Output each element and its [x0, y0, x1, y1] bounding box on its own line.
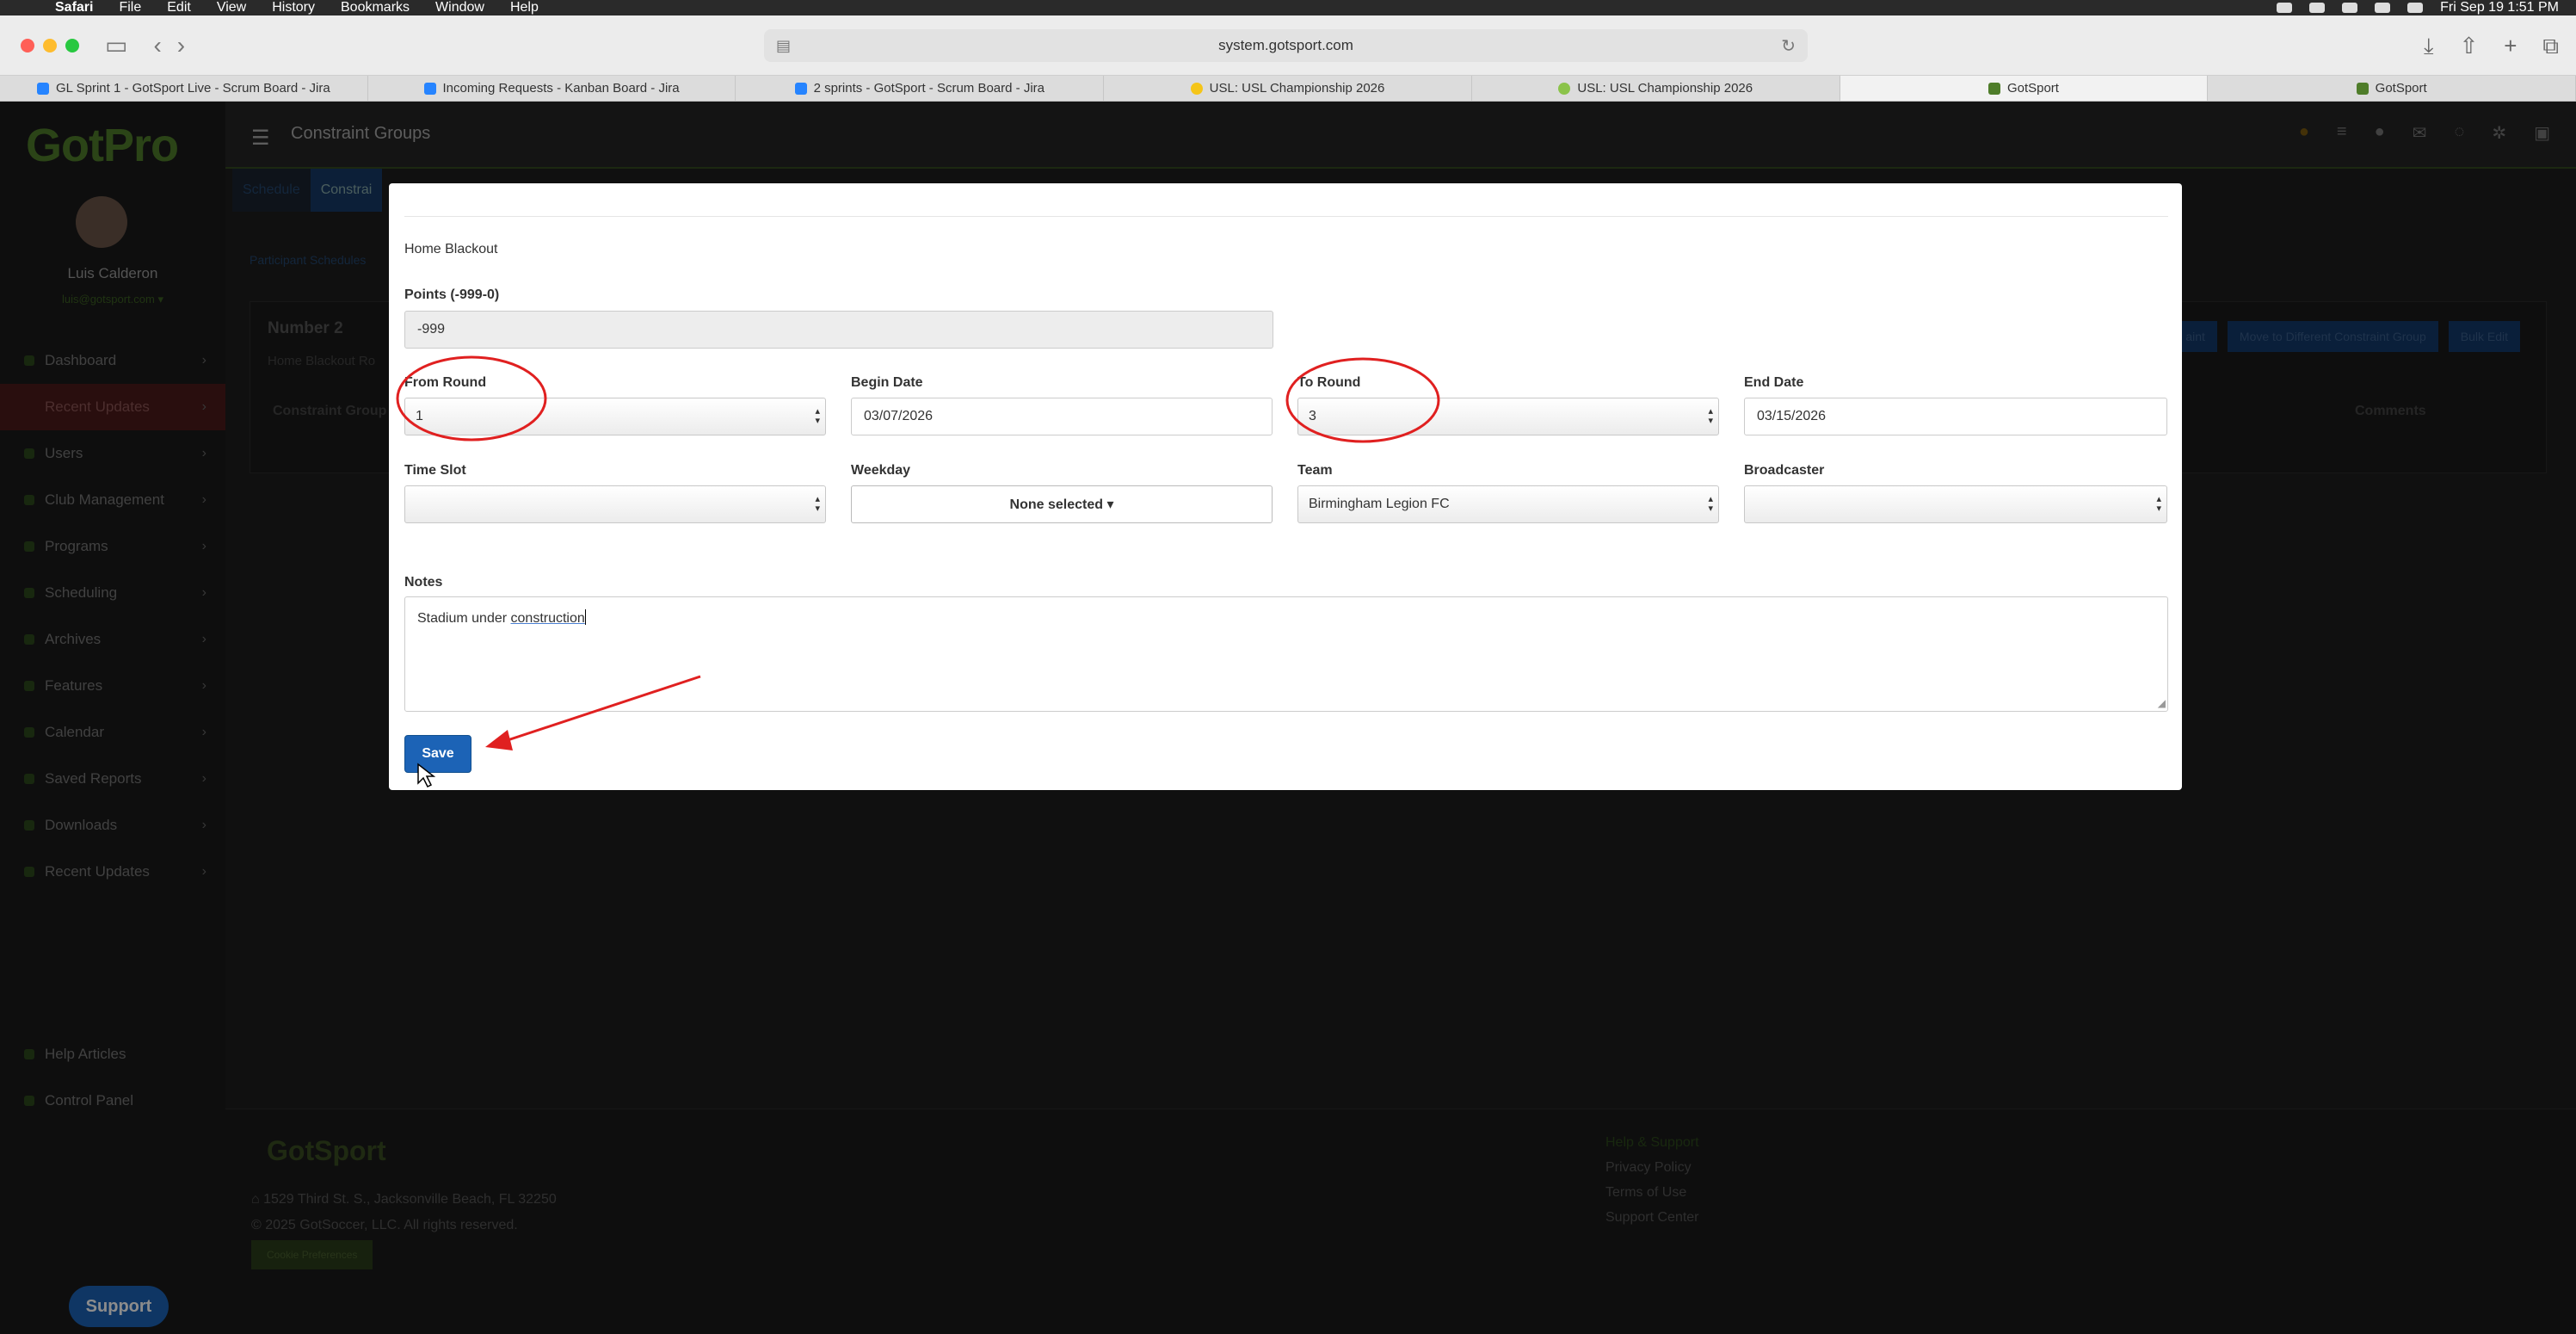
- reload-icon[interactable]: ↻: [1781, 35, 1796, 57]
- window-controls: [21, 38, 79, 52]
- misspelled-word: construction: [510, 611, 585, 626]
- menu-history[interactable]: History: [272, 0, 315, 15]
- constraint-type: Home Blackout: [404, 242, 498, 256]
- broadcaster-label: Broadcaster: [1744, 463, 1825, 478]
- team-label: Team: [1297, 463, 1333, 478]
- time-slot-label: Time Slot: [404, 463, 466, 478]
- menu-bookmarks[interactable]: Bookmarks: [341, 0, 410, 15]
- menu-window[interactable]: Window: [435, 0, 484, 15]
- menu-safari[interactable]: Safari: [55, 0, 93, 15]
- forward-icon[interactable]: ›: [177, 32, 185, 59]
- usl-icon: [1558, 82, 1571, 95]
- zoom-window-button[interactable]: [65, 38, 79, 52]
- address-bar[interactable]: ▤ system.gotsport.com ↻: [764, 29, 1808, 62]
- back-icon[interactable]: ‹: [153, 32, 161, 59]
- weekday-multiselect[interactable]: None selected ▾: [851, 485, 1273, 523]
- select-arrows-icon: ▴ ▾: [2156, 494, 2161, 514]
- select-arrows-icon: ▴ ▾: [815, 494, 820, 514]
- end-date-input[interactable]: 03/15/2026: [1744, 398, 2167, 435]
- text-caret: [584, 609, 586, 625]
- jira-icon: [423, 82, 436, 95]
- team-select[interactable]: Birmingham Legion FC ▴ ▾: [1297, 485, 1719, 523]
- broadcaster-select[interactable]: ▴ ▾: [1744, 485, 2167, 523]
- begin-date-label: Begin Date: [851, 375, 923, 390]
- select-arrows-icon: ▴ ▾: [1708, 406, 1713, 426]
- to-round-label: To Round: [1297, 375, 1361, 390]
- end-date-label: End Date: [1744, 375, 1804, 390]
- new-tab-icon[interactable]: +: [2504, 33, 2517, 60]
- menu-view[interactable]: View: [217, 0, 246, 15]
- sidebar-toggle-icon[interactable]: ▭: [105, 31, 127, 59]
- status-icon[interactable]: [2309, 3, 2326, 13]
- browser-tab[interactable]: Incoming Requests - Kanban Board - Jira: [368, 76, 736, 101]
- modal-divider: [404, 216, 2168, 217]
- close-window-button[interactable]: [21, 38, 34, 52]
- gotsport-icon: [2356, 82, 2369, 95]
- notes-label: Notes: [404, 575, 443, 590]
- browser-tab[interactable]: 2 sprints - GotSport - Scrum Board - Jir…: [736, 76, 1105, 101]
- menu-edit[interactable]: Edit: [167, 0, 191, 15]
- status-icon[interactable]: [2277, 3, 2293, 13]
- page-settings-icon[interactable]: ▤: [776, 37, 791, 55]
- from-round-select[interactable]: 1 ▴ ▾: [404, 398, 826, 435]
- weekday-label: Weekday: [851, 463, 911, 478]
- apple-icon[interactable]: [17, 1, 31, 15]
- jira-icon: [36, 82, 49, 95]
- search-icon[interactable]: [2375, 3, 2391, 13]
- jira-icon: [794, 82, 807, 95]
- save-button[interactable]: Save: [404, 735, 471, 773]
- menu-help[interactable]: Help: [510, 0, 539, 15]
- points-input[interactable]: -999: [404, 311, 1273, 349]
- browser-tab[interactable]: USL: USL Championship 2026: [1472, 76, 1840, 101]
- usl-icon: [1190, 82, 1203, 95]
- wifi-icon[interactable]: [2342, 3, 2358, 13]
- browser-tab[interactable]: USL: USL Championship 2026: [1104, 76, 1472, 101]
- notes-textarea[interactable]: Stadium under construction ◢: [404, 596, 2168, 712]
- url-text: system.gotsport.com: [1218, 37, 1353, 53]
- points-label: Points (-999-0): [404, 287, 500, 302]
- tab-bar: GL Sprint 1 - GotSport Live - Scrum Boar…: [0, 76, 2576, 102]
- browser-toolbar: ▭ ‹ › ▤ system.gotsport.com ↻ ⤓ ⇧ + ⧉: [0, 15, 2576, 76]
- select-arrows-icon: ▴ ▾: [1708, 494, 1713, 514]
- browser-tab[interactable]: GotSport: [2208, 76, 2576, 101]
- menubar-clock[interactable]: Fri Sep 19 1:51 PM: [2440, 0, 2559, 15]
- share-icon[interactable]: ⇧: [2459, 33, 2478, 60]
- menu-file[interactable]: File: [119, 0, 141, 15]
- time-slot-select[interactable]: ▴ ▾: [404, 485, 826, 523]
- browser-tab-active[interactable]: GotSport: [1840, 76, 2209, 101]
- begin-date-input[interactable]: 03/07/2026: [851, 398, 1273, 435]
- resize-handle-icon[interactable]: ◢: [2158, 697, 2166, 709]
- constraint-edit-modal: Home Blackout Points (-999-0) -999 From …: [389, 183, 2182, 790]
- minimize-window-button[interactable]: [43, 38, 57, 52]
- control-center-icon[interactable]: [2407, 3, 2424, 13]
- downloads-icon[interactable]: ⤓: [2424, 33, 2434, 60]
- gotsport-icon: [1987, 82, 2000, 95]
- to-round-select[interactable]: 3 ▴ ▾: [1297, 398, 1719, 435]
- from-round-label: From Round: [404, 375, 487, 390]
- tab-overview-icon[interactable]: ⧉: [2542, 33, 2559, 60]
- select-arrows-icon: ▴ ▾: [815, 406, 820, 426]
- macos-menubar: Safari File Edit View History Bookmarks …: [0, 0, 2576, 15]
- browser-tab[interactable]: GL Sprint 1 - GotSport Live - Scrum Boar…: [0, 76, 368, 101]
